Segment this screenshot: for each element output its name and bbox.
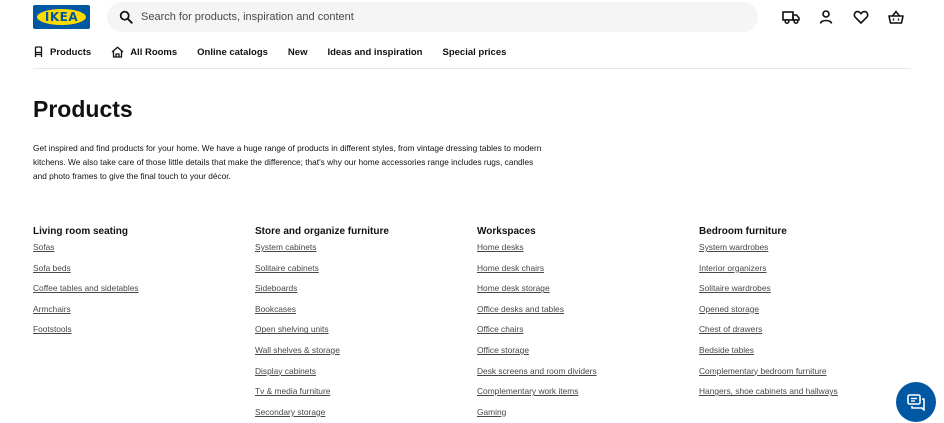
category-link[interactable]: Solitaire cabinets	[255, 254, 465, 275]
category-link[interactable]: Chest of drawers	[699, 315, 909, 336]
main-navigation: Products All Rooms Online catalogs New I…	[33, 40, 526, 64]
nav-item-label: All Rooms	[130, 46, 178, 58]
search-icon[interactable]	[119, 10, 133, 24]
ikea-logo[interactable]: IKEA	[33, 5, 90, 29]
category-link[interactable]: Desk screens and room dividers	[477, 357, 687, 378]
category-link[interactable]: Opened storage	[699, 295, 909, 316]
category-link[interactable]: Solitaire wardrobes	[699, 274, 909, 295]
category-link[interactable]: Home desk storage	[477, 274, 687, 295]
chat-icon	[907, 394, 925, 411]
nav-item-label: New	[287, 46, 308, 58]
category-link[interactable]: Wall shelves & storage	[255, 336, 465, 357]
shopping-basket-icon[interactable]	[888, 9, 904, 25]
nav-item-special-prices[interactable]: Special prices	[443, 47, 507, 58]
heart-icon[interactable]	[853, 9, 869, 25]
category-link-list: Home desks Home desk chairs Home desk st…	[477, 233, 687, 418]
category-link[interactable]: Office chairs	[477, 315, 687, 336]
nav-item-label: Ideas and inspiration	[327, 46, 423, 58]
search-bar[interactable]	[107, 2, 758, 32]
category-link[interactable]: Bookcases	[255, 295, 465, 316]
nav-item-new[interactable]: New	[288, 47, 308, 58]
nav-divider	[33, 68, 911, 69]
site-header: IKEA	[0, 0, 944, 34]
nav-item-label: Products	[50, 46, 92, 58]
page-title: Products	[33, 96, 133, 122]
chair-icon	[34, 46, 43, 57]
category-link[interactable]: Gaming	[477, 398, 687, 419]
category-link[interactable]: Complementary bedroom furniture	[699, 357, 909, 378]
nav-item-products[interactable]: Products	[33, 46, 91, 58]
nav-item-all-rooms[interactable]: All Rooms	[111, 46, 177, 58]
category-link[interactable]: Interior organizers	[699, 254, 909, 275]
category-link-list: Sofas Sofa beds Coffee tables and sideta…	[33, 233, 243, 336]
category-living-room-seating: Living room seating Sofas Sofa beds Coff…	[33, 225, 243, 336]
nav-item-online-catalogs[interactable]: Online catalogs	[197, 47, 268, 58]
category-link[interactable]: Display cabinets	[255, 357, 465, 378]
category-link[interactable]: Secondary storage	[255, 398, 465, 419]
page-intro: Get inspired and find products for your …	[33, 143, 542, 181]
delivery-truck-icon[interactable]	[782, 9, 800, 25]
home-icon	[111, 46, 124, 58]
logo-text: IKEA	[44, 10, 79, 24]
nav-item-ideas-and-inspiration[interactable]: Ideas and inspiration	[327, 47, 422, 58]
category-link[interactable]: Home desk chairs	[477, 254, 687, 275]
nav-item-label: Online catalogs	[197, 46, 268, 58]
category-workspaces: Workspaces Home desks Home desk chairs H…	[477, 225, 687, 418]
chat-button[interactable]	[896, 382, 936, 422]
category-link[interactable]: Armchairs	[33, 295, 243, 316]
category-link-list: System cabinets Solitaire cabinets Sideb…	[255, 233, 465, 418]
category-link[interactable]: Office storage	[477, 336, 687, 357]
category-link[interactable]: Sofa beds	[33, 254, 243, 275]
category-link[interactable]: Hangers, shoe cabinets and hallways	[699, 377, 909, 398]
category-link[interactable]: Tv & media furniture	[255, 377, 465, 398]
category-link[interactable]: Complementary work items	[477, 377, 687, 398]
category-link[interactable]: Footstools	[33, 315, 243, 336]
category-link[interactable]: Bedside tables	[699, 336, 909, 357]
user-icon[interactable]	[818, 9, 834, 25]
nav-item-label: Special prices	[442, 46, 507, 58]
category-link[interactable]: Open shelving units	[255, 315, 465, 336]
search-input[interactable]	[141, 7, 741, 27]
category-store-and-organize-furniture: Store and organize furniture System cabi…	[255, 225, 465, 418]
category-link[interactable]: Sideboards	[255, 274, 465, 295]
category-link-list: System wardrobes Interior organizers Sol…	[699, 233, 909, 398]
category-link[interactable]: Office desks and tables	[477, 295, 687, 316]
category-link[interactable]: Coffee tables and sidetables	[33, 274, 243, 295]
category-bedroom-furniture: Bedroom furniture System wardrobes Inter…	[699, 225, 909, 398]
